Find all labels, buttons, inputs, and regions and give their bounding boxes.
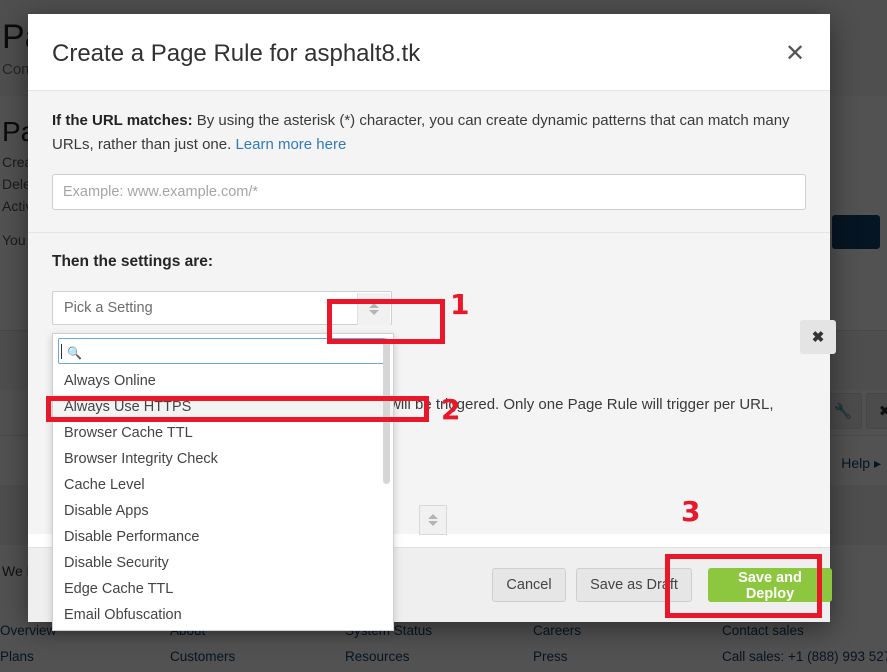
modal-header: Create a Page Rule for asphalt8.tk ✕ (28, 14, 830, 91)
annotation-box-1 (327, 299, 445, 344)
dropdown-option[interactable]: Cache Level (53, 472, 393, 498)
delete-setting-button[interactable]: ✖ (800, 320, 836, 354)
dropdown-option[interactable]: Edge Cache TTL (53, 576, 393, 602)
page-title: Create a Page Rule for asphalt8.tk (52, 40, 421, 67)
text-caret (61, 344, 62, 359)
cancel-button[interactable]: Cancel (492, 568, 566, 602)
annotation-box-3 (665, 554, 822, 618)
learn-more-link[interactable]: Learn more here (235, 136, 346, 153)
dropdown-option[interactable]: Email Obfuscation (53, 602, 393, 628)
annotation-box-2 (46, 396, 429, 422)
dropdown-option[interactable]: Browser Cache TTL (53, 420, 393, 446)
url-match-label: If the URL matches: (52, 112, 193, 129)
dropdown-option[interactable]: Disable Performance (53, 524, 393, 550)
setting-dropdown: 🔍 Always Online Always Use HTTPS Browser C… (52, 333, 394, 631)
url-match-section: If the URL matches: By using the asteris… (28, 91, 830, 233)
annotation-number-1: 1 (450, 288, 470, 321)
url-match-description: If the URL matches: By using the asteris… (52, 109, 806, 158)
dropdown-option[interactable]: Browser Integrity Check (53, 446, 393, 472)
secondary-stepper[interactable] (419, 505, 447, 535)
annotation-number-3: 3 (681, 495, 701, 528)
dropdown-option[interactable]: Disable Apps (53, 498, 393, 524)
dropdown-option[interactable]: Always Online (53, 368, 393, 394)
dropdown-option[interactable]: Disable Security (53, 550, 393, 576)
annotation-number-2: 2 (441, 393, 461, 426)
setting-select-value: Pick a Setting (64, 299, 153, 316)
close-icon[interactable]: ✕ (780, 38, 810, 68)
settings-label: Then the settings are: (52, 252, 214, 270)
url-pattern-input[interactable] (52, 173, 806, 210)
